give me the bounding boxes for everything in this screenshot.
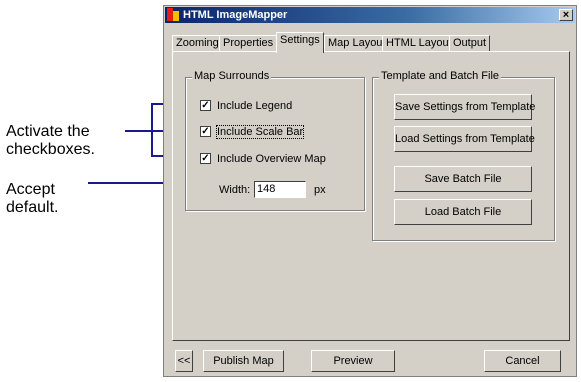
tab-map-layout[interactable]: Map Layout — [324, 35, 390, 51]
save-batch-file-button[interactable]: Save Batch File — [394, 166, 532, 192]
load-settings-from-template-button[interactable]: Load Settings from Template — [394, 126, 535, 152]
include-legend-checkbox[interactable]: ✓ — [200, 100, 211, 111]
callout-accept-default: Accept default. — [6, 181, 58, 217]
include-scale-bar-checkbox[interactable]: ✓ — [200, 126, 211, 137]
settings-panel: Map Surrounds ✓ Include Legend ✓ Include… — [172, 51, 570, 341]
template-batch-group: Template and Batch File Save Settings fr… — [372, 70, 555, 241]
width-unit-label: px — [314, 184, 326, 196]
template-batch-title: Template and Batch File — [379, 70, 502, 82]
width-label: Width: — [219, 184, 251, 196]
include-overview-map-checkbox[interactable]: ✓ — [200, 153, 211, 164]
width-input[interactable]: 148 — [254, 181, 306, 198]
preview-button[interactable]: Preview — [311, 350, 395, 372]
callout-activate-line1: Activate the — [6, 123, 90, 140]
tab-zooming[interactable]: Zooming — [172, 35, 223, 51]
title-bar[interactable]: HTML ImageMapper × — [165, 7, 575, 23]
map-surrounds-title: Map Surrounds — [192, 70, 272, 82]
tab-settings[interactable]: Settings — [276, 32, 324, 53]
window-title: HTML ImageMapper — [183, 9, 288, 21]
app-icon — [167, 8, 179, 21]
callout-activate-line2: checkboxes. — [6, 141, 95, 158]
publish-map-button[interactable]: Publish Map — [203, 350, 284, 372]
map-surrounds-group: Map Surrounds ✓ Include Legend ✓ Include… — [185, 70, 365, 211]
callout-activate-checkboxes: Activate the checkboxes. — [6, 123, 95, 159]
callout-accept-line1: Accept — [6, 181, 55, 198]
include-scale-bar-label[interactable]: Include Scale Bar — [215, 125, 305, 139]
cancel-button[interactable]: Cancel — [484, 350, 561, 372]
save-settings-from-template-button[interactable]: Save Settings from Template — [394, 94, 535, 120]
include-legend-label[interactable]: Include Legend — [217, 100, 292, 112]
tab-output[interactable]: Output — [449, 35, 491, 51]
callout-accept-line2: default. — [6, 199, 59, 216]
back-button[interactable]: << — [175, 350, 193, 372]
close-button[interactable]: × — [559, 9, 573, 21]
include-overview-map-label[interactable]: Include Overview Map — [217, 153, 326, 165]
imagemapper-dialog: HTML ImageMapper × Zooming Properties Se… — [163, 5, 577, 377]
tab-properties[interactable]: Properties — [219, 35, 278, 51]
load-batch-file-button[interactable]: Load Batch File — [394, 199, 532, 225]
tab-html-layout[interactable]: HTML Layout — [382, 35, 456, 51]
